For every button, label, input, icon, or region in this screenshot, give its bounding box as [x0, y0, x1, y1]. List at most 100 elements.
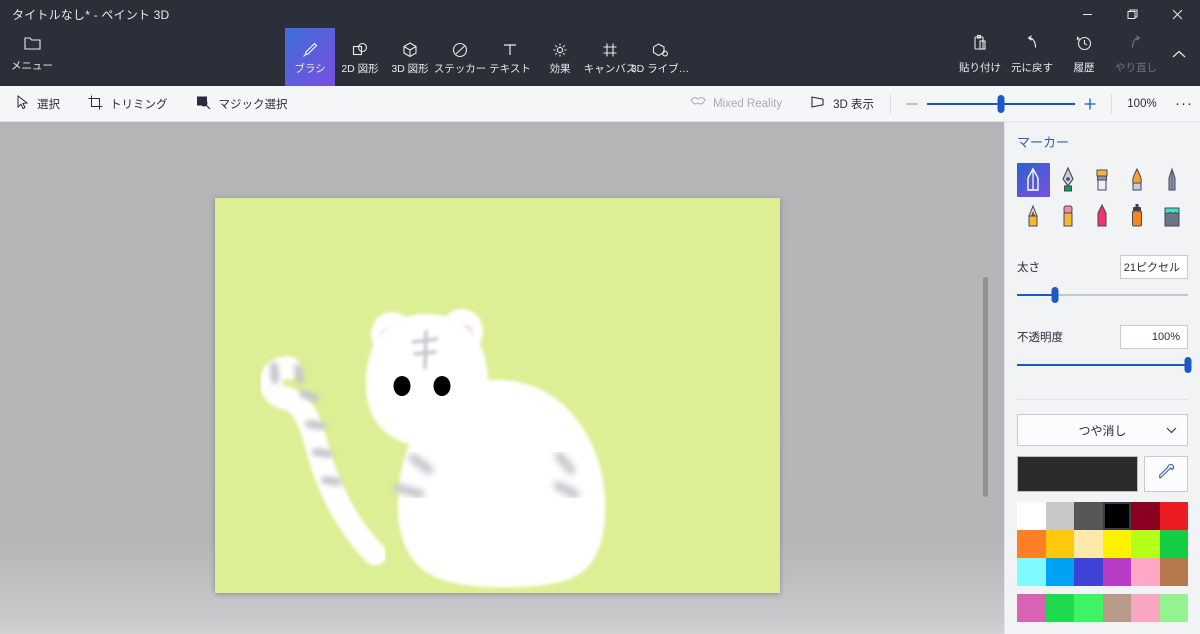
pencil-brush[interactable] — [1017, 199, 1050, 233]
undo-button[interactable]: 元に戻す — [1006, 28, 1058, 80]
tab-label: キャンバス — [583, 62, 637, 75]
recent-color-swatch[interactable] — [1102, 594, 1131, 622]
panel-title: マーカー — [1017, 135, 1070, 150]
color-swatch[interactable] — [1102, 502, 1131, 530]
eyedropper-button[interactable] — [1144, 456, 1188, 492]
color-swatch[interactable] — [1159, 530, 1188, 558]
select-tool-button[interactable]: 選択 — [4, 89, 72, 119]
window-controls — [1065, 0, 1200, 28]
oil-brush[interactable] — [1086, 163, 1119, 197]
color-swatch[interactable] — [1074, 558, 1103, 586]
thickness-slider[interactable] — [1017, 287, 1188, 303]
spray-can-brush[interactable] — [1121, 199, 1154, 233]
recent-color-swatch[interactable] — [1074, 594, 1103, 622]
cat-eye-left — [393, 376, 411, 396]
tab-text[interactable]: テキスト — [485, 28, 535, 86]
recent-color-swatch[interactable] — [1131, 594, 1160, 622]
tab-3d-shapes[interactable]: 3D 図形 — [385, 28, 435, 86]
canvas-vertical-scrollbar[interactable] — [983, 277, 988, 497]
color-swatch[interactable] — [1074, 530, 1103, 558]
sticker-icon — [451, 39, 469, 59]
magic-select-label: マジック選択 — [218, 98, 288, 111]
color-swatch[interactable] — [1045, 502, 1074, 530]
thickness-slider-knob[interactable] — [1051, 287, 1059, 303]
color-swatch[interactable] — [1017, 502, 1046, 530]
ribbon-left-group: メニュー — [0, 28, 285, 86]
opacity-slider-knob[interactable] — [1184, 357, 1192, 373]
tab-canvas[interactable]: キャンバス — [583, 28, 637, 86]
cat-tail — [259, 356, 387, 566]
eraser-brush[interactable] — [1052, 199, 1085, 233]
brush-grid — [1017, 163, 1188, 233]
opacity-slider[interactable] — [1017, 357, 1192, 373]
history-button[interactable]: 履歴 — [1058, 28, 1110, 80]
mixed-reality-button: Mixed Reality — [678, 89, 794, 119]
paste-button[interactable]: 貼り付け — [954, 28, 1006, 80]
zoom-in-button[interactable] — [1075, 89, 1105, 119]
recent-colors — [1017, 594, 1188, 622]
color-swatch[interactable] — [1131, 530, 1160, 558]
zoom-level-value[interactable]: 100% — [1116, 98, 1168, 110]
thickness-row: 太さ 21ピクセル — [1017, 255, 1188, 279]
color-swatch[interactable] — [1159, 558, 1188, 586]
color-swatch[interactable] — [1045, 558, 1074, 586]
color-swatch[interactable] — [1102, 558, 1131, 586]
watercolor-brush[interactable] — [1121, 163, 1154, 197]
drawing-canvas[interactable] — [215, 198, 780, 593]
opacity-row: 不透明度 100% — [1017, 325, 1188, 349]
pixel-pen-brush[interactable] — [1155, 163, 1188, 197]
action-label: やり直し — [1115, 61, 1157, 74]
tool-options-panel: マーカー 太さ 21ピクセル 不透明度 100% つや消し — [1004, 122, 1200, 634]
collapse-ribbon-button[interactable] — [1162, 28, 1196, 80]
recent-color-swatch[interactable] — [1017, 594, 1046, 622]
magic-select-icon — [196, 95, 212, 113]
opacity-slider-fill — [1017, 364, 1188, 366]
restore-button[interactable] — [1110, 0, 1155, 28]
select-tool-label: 選択 — [37, 98, 60, 111]
action-label: 元に戻す — [1011, 61, 1053, 74]
fill-bucket-brush[interactable] — [1155, 199, 1188, 233]
color-swatch[interactable] — [1102, 530, 1131, 558]
color-swatch[interactable] — [1074, 502, 1103, 530]
recent-color-swatch[interactable] — [1045, 594, 1074, 622]
tab-label: ステッカー — [433, 62, 487, 75]
color-swatch[interactable] — [1159, 502, 1188, 530]
current-color-swatch[interactable] — [1017, 456, 1138, 492]
color-swatch[interactable] — [1017, 558, 1046, 586]
crop-icon — [88, 95, 103, 113]
crop-tool-label: トリミング — [110, 98, 168, 111]
zoom-control — [895, 89, 1107, 119]
menu-button[interactable]: メニュー — [6, 28, 58, 80]
color-swatch[interactable] — [1131, 558, 1160, 586]
zoom-out-button[interactable] — [897, 89, 927, 119]
calligraphy-pen-brush[interactable] — [1052, 163, 1085, 197]
magic-select-button[interactable]: マジック選択 — [184, 89, 300, 119]
close-button[interactable] — [1155, 0, 1200, 28]
crop-tool-button[interactable]: トリミング — [76, 89, 180, 119]
view-3d-button[interactable]: 3D 表示 — [798, 89, 886, 119]
opacity-value[interactable]: 100% — [1120, 325, 1188, 349]
color-swatch[interactable] — [1131, 502, 1160, 530]
redo-icon — [1127, 34, 1145, 57]
action-label: 履歴 — [1073, 61, 1095, 74]
crayon-brush[interactable] — [1086, 199, 1119, 233]
tab-effects[interactable]: 効果 — [535, 28, 585, 86]
marker-brush[interactable] — [1017, 163, 1050, 197]
tab-stickers[interactable]: ステッカー — [433, 28, 487, 86]
tab-3d-library[interactable]: 3D ライブ… — [631, 28, 689, 86]
overflow-menu-button[interactable]: ··· — [1168, 89, 1200, 119]
tab-brushes[interactable]: ブラシ — [285, 28, 335, 86]
thickness-value[interactable]: 21ピクセル — [1120, 255, 1188, 279]
recent-color-swatch[interactable] — [1159, 594, 1188, 622]
canvas-workspace[interactable] — [0, 122, 1004, 634]
menu-label: メニュー — [11, 60, 53, 72]
material-dropdown[interactable]: つや消し — [1017, 414, 1188, 446]
secondary-toolbar-right: Mixed Reality 3D 表示 100% ··· — [674, 86, 1200, 122]
opacity-label: 不透明度 — [1017, 332, 1063, 344]
zoom-slider[interactable] — [927, 94, 1075, 114]
tab-2d-shapes[interactable]: 2D 図形 — [335, 28, 385, 86]
color-swatch[interactable] — [1017, 530, 1046, 558]
zoom-slider-thumb[interactable] — [997, 94, 1005, 113]
minimize-button[interactable] — [1065, 0, 1110, 28]
color-swatch[interactable] — [1045, 530, 1074, 558]
